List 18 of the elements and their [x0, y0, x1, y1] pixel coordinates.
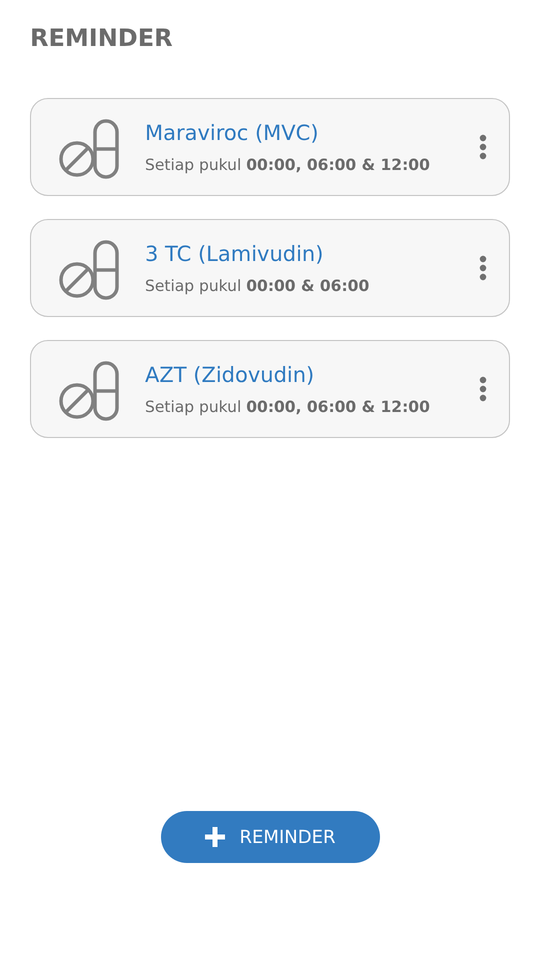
schedule-text: Setiap pukul 00:00, 06:00 & 12:00 — [145, 154, 430, 174]
pills-icon — [58, 240, 120, 300]
medicine-name: Maraviroc (MVC) — [145, 120, 319, 146]
schedule-text: Setiap pukul 00:00, 06:00 & 12:00 — [145, 396, 430, 416]
reminder-card[interactable]: AZT (Zidovudin) Setiap pukul 00:00, 06:00 & 12:00 — [30, 340, 510, 438]
pills-icon — [58, 361, 120, 421]
schedule-text: Setiap pukul 00:00 & 06:00 — [145, 276, 370, 296]
reminder-card[interactable]: 3 TC (Lamivudin) Setiap pukul 00:00 & 06:00 — [30, 219, 510, 317]
more-options-icon[interactable] — [479, 255, 487, 281]
reminder-card[interactable]: Maraviroc (MVC) Setiap pukul 00:00, 06:00 & 12:00 — [30, 98, 510, 196]
add-reminder-button[interactable]: REMINDER — [160, 811, 380, 863]
plus-icon — [204, 827, 225, 847]
page-title: REMINDER — [30, 23, 173, 54]
medicine-name: 3 TC (Lamivudin) — [145, 240, 324, 266]
more-options-icon[interactable] — [479, 376, 487, 402]
pills-icon — [58, 119, 120, 179]
more-options-icon[interactable] — [479, 134, 487, 160]
medicine-name: AZT (Zidovudin) — [145, 362, 314, 388]
